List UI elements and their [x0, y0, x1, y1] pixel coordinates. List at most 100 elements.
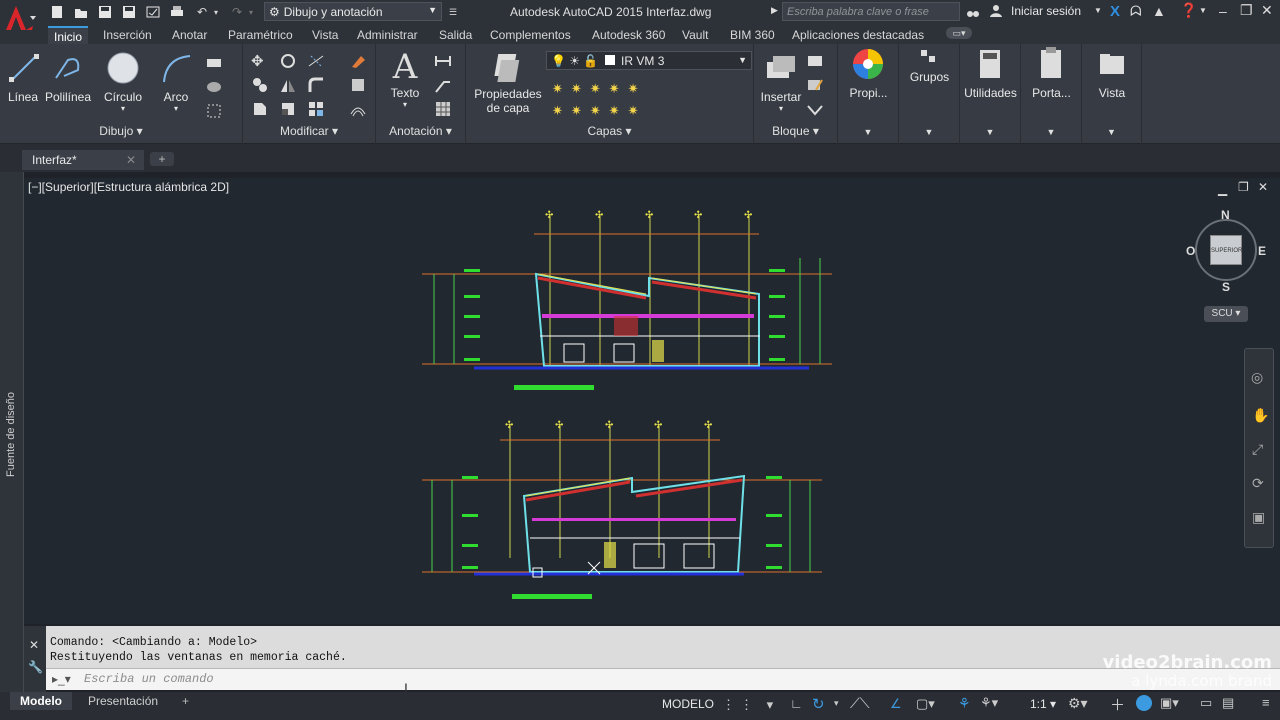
trim-icon[interactable] [307, 52, 325, 70]
polyline-button[interactable]: Polilínea [44, 50, 92, 105]
view-expand-icon[interactable]: ▼ [1082, 127, 1141, 137]
isometric-icon[interactable]: ⟋⟍ [850, 695, 870, 712]
utilities-expand-icon[interactable]: ▼ [960, 127, 1020, 137]
copy-icon[interactable] [251, 76, 269, 94]
viewcube-face-superior[interactable]: SUPERIOR [1210, 235, 1242, 265]
block-panel-title[interactable]: Bloque ▾ [754, 124, 837, 138]
viewport-minimize-icon[interactable]: ▁ [1218, 182, 1227, 196]
design-feed-palette[interactable]: Fuente de diseño [0, 172, 24, 692]
zoom-extents-icon[interactable]: ⤢ [1252, 441, 1263, 458]
utilities-panel[interactable]: Utilidades ▼ [960, 44, 1021, 144]
object-snap-tracking-icon[interactable]: ∠ [890, 696, 902, 712]
line-button[interactable]: Línea [6, 50, 40, 105]
compass-west[interactable]: O [1186, 244, 1195, 258]
new-tab-button[interactable]: + [150, 152, 174, 166]
insert-dropdown-icon[interactable]: ▾ [758, 105, 804, 113]
tab-anotar[interactable]: Anotar [166, 26, 213, 44]
compass-south[interactable]: S [1222, 280, 1230, 294]
customize-quick-access-icon[interactable]: ☰ [444, 3, 462, 21]
close-window-icon[interactable]: ✕ [1261, 2, 1273, 19]
arc-button[interactable]: Arco ▾ [156, 50, 196, 113]
open-file-icon[interactable] [72, 3, 90, 21]
mirror-icon[interactable] [279, 76, 297, 94]
polar-tracking-icon[interactable]: ↻ [812, 695, 825, 713]
ortho-icon[interactable]: ∟ [790, 696, 803, 711]
command-line[interactable]: ▸_▾ [46, 668, 1280, 690]
move-icon[interactable]: ✥ [251, 52, 269, 70]
save-icon[interactable] [96, 3, 114, 21]
drawing-canvas[interactable]: ✣ ✣ ✣ ✣ ✣ ✣ ✣ ✣ ✣ ✣ [24, 178, 1280, 624]
search-input[interactable]: Escriba palabra clave o frase [782, 2, 960, 21]
command-input[interactable]: Escriba un comando [84, 672, 214, 686]
dimension-icon[interactable] [434, 52, 452, 70]
properties-toggle-icon[interactable]: ▤ [1222, 695, 1234, 711]
view-panel[interactable]: Vista ▼ [1082, 44, 1142, 144]
layout-tab-presentacion[interactable]: Presentación [78, 692, 168, 710]
rectangle-icon[interactable] [205, 54, 223, 72]
tab-parametrico[interactable]: Paramétrico [222, 26, 299, 44]
clean-screen-icon[interactable]: ▭ [1200, 695, 1212, 711]
create-block-icon[interactable] [806, 52, 824, 70]
groups-expand-icon[interactable]: ▼ [899, 127, 959, 137]
clipboard-panel[interactable]: Porta... ▼ [1021, 44, 1082, 144]
circle-button[interactable]: Círculo ▾ [100, 50, 146, 113]
layout-tab-modelo[interactable]: Modelo [10, 692, 72, 710]
undo-dropdown-icon[interactable]: ▾ [207, 3, 225, 21]
tab-aplicaciones-destacadas[interactable]: Aplicaciones destacadas [786, 26, 930, 44]
layer-dropdown[interactable]: 💡 ☀ 🔓 IR VM 3 ▼ [546, 51, 752, 70]
help-icon[interactable]: ❓ [1180, 2, 1197, 19]
auto-scale-icon[interactable]: ⚘▾ [980, 695, 998, 711]
table-icon[interactable] [434, 100, 452, 118]
annotation-scale[interactable]: 1:1 ▾ [1030, 697, 1056, 711]
workspace-switch-icon[interactable]: ⚙▾ [1068, 695, 1088, 712]
tab-complementos[interactable]: Complementos [484, 26, 577, 44]
model-space-toggle[interactable]: MODELO [660, 697, 716, 715]
orbit-icon[interactable]: ⟳ [1252, 475, 1264, 492]
close-command-line-icon[interactable]: ✕ [29, 638, 39, 652]
rotate-icon[interactable] [279, 52, 297, 70]
offset-icon[interactable] [349, 100, 367, 118]
erase-icon[interactable] [349, 52, 367, 70]
edit-block-icon[interactable] [806, 76, 824, 94]
clipboard-expand-icon[interactable]: ▼ [1021, 127, 1081, 137]
object-snap-icon[interactable]: ▢▾ [916, 696, 935, 712]
restore-window-icon[interactable]: ❐ [1240, 2, 1253, 19]
annotation-panel-title[interactable]: Anotación ▾ [376, 124, 465, 138]
tab-vista[interactable]: Vista [306, 26, 344, 44]
add-layout-button[interactable]: + [172, 692, 199, 710]
ucs-menu[interactable]: SCU ▾ [1204, 306, 1248, 322]
command-prompt-icon[interactable]: ▸_▾ [52, 672, 71, 686]
web-mobile-icon[interactable] [144, 3, 162, 21]
viewport-controls-label[interactable]: [−][Superior][Estructura alámbrica 2D] [28, 180, 229, 194]
save-as-icon[interactable] [120, 3, 138, 21]
properties-expand-icon[interactable]: ▼ [838, 127, 898, 137]
tab-bim-360[interactable]: BIM 360 [724, 26, 781, 44]
tab-administrar[interactable]: Administrar [351, 26, 424, 44]
showmotion-icon[interactable]: ▣ [1252, 509, 1265, 526]
status-tools-group-1[interactable]: ⋮⋮ ▾ [722, 697, 778, 713]
compass-east[interactable]: E [1258, 244, 1266, 258]
edit-attributes-icon[interactable] [806, 100, 824, 118]
arc-dropdown-icon[interactable]: ▾ [156, 105, 196, 113]
properties-panel[interactable]: Propi... ▼ [838, 44, 899, 144]
annotation-visibility-icon[interactable]: ⚘ [958, 695, 971, 712]
customize-command-icon[interactable]: 🔧 [28, 660, 43, 674]
application-menu-button[interactable] [0, 0, 40, 44]
explode-icon[interactable] [349, 76, 367, 94]
insert-button[interactable]: Insertar ▾ [758, 50, 804, 113]
steering-wheel-icon[interactable]: ◎ [1251, 369, 1263, 386]
layers-panel-title[interactable]: Capas ▾ [466, 124, 753, 138]
minimize-window-icon[interactable]: – [1219, 3, 1227, 19]
help-dropdown-icon[interactable]: ▼ [1199, 6, 1207, 15]
customization-icon[interactable]: ≡ [1262, 695, 1270, 710]
annotation-monitor-icon[interactable]: ＋ [1110, 694, 1125, 715]
viewcube[interactable]: N S E O SUPERIOR [1186, 208, 1266, 294]
fillet-icon[interactable] [307, 76, 325, 94]
autodesk-360-icon[interactable]: ᗣ [1130, 3, 1142, 20]
tab-autodesk-360[interactable]: Autodesk 360 [586, 26, 671, 44]
exchange-apps-icon[interactable]: X [1110, 3, 1120, 20]
stretch-icon[interactable] [251, 100, 269, 118]
tab-vault[interactable]: Vault [676, 26, 714, 44]
boundary-icon[interactable] [205, 102, 223, 120]
viewport-restore-icon[interactable]: ❐ [1238, 180, 1249, 194]
